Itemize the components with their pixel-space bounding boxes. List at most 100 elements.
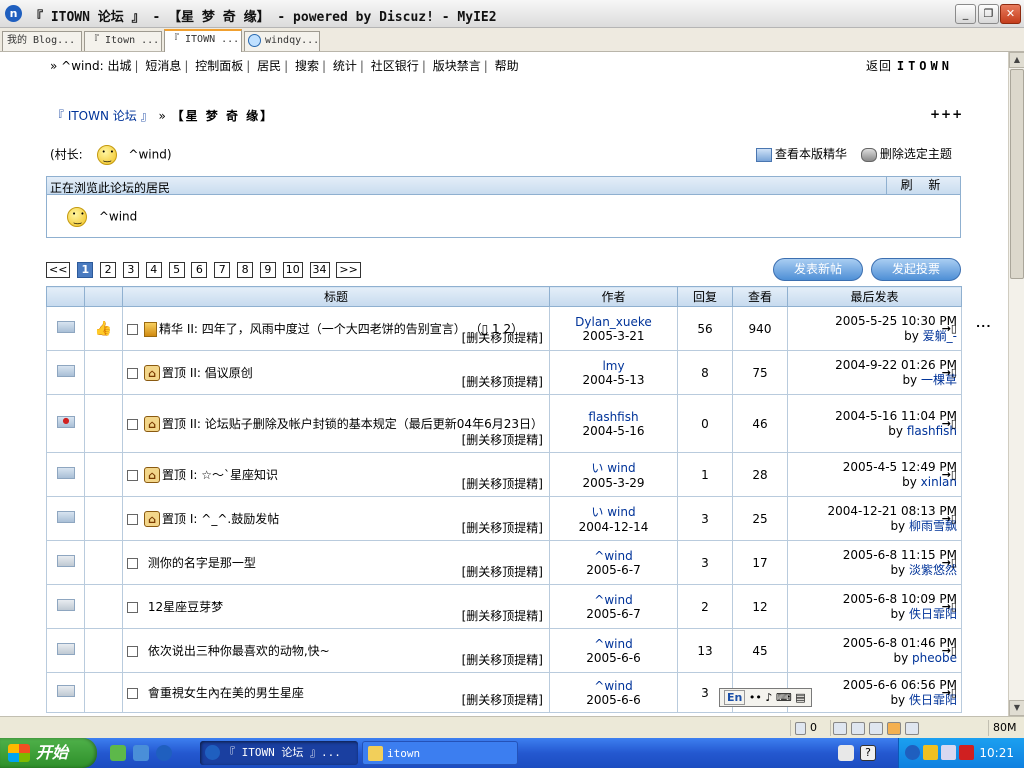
thread-title-link[interactable]: 12星座豆芽梦: [148, 600, 223, 614]
page-6[interactable]: 6: [191, 262, 208, 278]
tray-network-icon[interactable]: [838, 745, 854, 761]
goto-last-icon[interactable]: →▯: [942, 511, 957, 526]
nav-stats[interactable]: 统计: [333, 59, 357, 73]
minimize-button[interactable]: _: [955, 4, 976, 24]
col-author[interactable]: 作者: [549, 286, 678, 307]
author-link[interactable]: lmy: [602, 359, 624, 373]
page-prev[interactable]: <<: [46, 262, 71, 278]
vertical-scrollbar[interactable]: ▲ ▼: [1008, 52, 1024, 716]
moderation-links[interactable]: [删关移顶提精]: [462, 475, 543, 492]
breadcrumb-forum[interactable]: 『 ITOWN 论坛 』: [52, 109, 153, 123]
ime-tools[interactable]: •• ♪ ⌨ ▤: [749, 691, 806, 704]
goto-last-icon[interactable]: →▯: [942, 599, 957, 614]
tool-icon-2[interactable]: [851, 721, 865, 735]
thread-checkbox[interactable]: [127, 367, 138, 379]
thread-title-link[interactable]: 倡议原创: [205, 366, 253, 380]
tool-icon-4[interactable]: [887, 721, 901, 735]
col-views[interactable]: 查看: [732, 286, 788, 307]
moderation-links[interactable]: [删关移顶提精]: [462, 329, 543, 346]
new-poll-button[interactable]: 发起投票: [871, 258, 961, 281]
thread-title-link[interactable]: 依次说出三种你最喜欢的动物,快~: [148, 644, 330, 658]
author-link[interactable]: い wind: [591, 461, 635, 475]
thread-title-link[interactable]: 测你的名字是那一型: [148, 556, 256, 570]
maximize-button[interactable]: ❐: [978, 4, 999, 24]
page-10[interactable]: 10: [282, 262, 303, 278]
nav-bank[interactable]: 社区银行: [371, 59, 419, 73]
scroll-down-arrow-icon[interactable]: ▼: [1009, 700, 1024, 716]
author-link[interactable]: Dylan_xueke: [575, 315, 652, 329]
nav-members[interactable]: 居民: [257, 59, 281, 73]
moderation-links[interactable]: [删关移顶提精]: [462, 563, 543, 580]
page-1[interactable]: 1: [77, 262, 94, 278]
col-last[interactable]: 最后发表: [787, 286, 962, 307]
moderation-links[interactable]: [删关移顶提精]: [462, 691, 543, 708]
goto-last-icon[interactable]: →▯: [942, 321, 957, 336]
scroll-up-arrow-icon[interactable]: ▲: [1009, 52, 1024, 68]
goto-last-icon[interactable]: →▯: [942, 467, 957, 482]
jump-menu-button[interactable]: +++: [930, 107, 963, 121]
goto-last-icon[interactable]: →▯: [942, 685, 957, 700]
close-button[interactable]: ✕: [1000, 4, 1021, 24]
task-folder-window[interactable]: itown: [362, 741, 518, 765]
tool-icon-1[interactable]: [833, 721, 847, 735]
author-link[interactable]: い wind: [591, 505, 635, 519]
moderator-name[interactable]: ^wind): [128, 148, 171, 162]
nav-ban[interactable]: 版块禁言: [433, 59, 481, 73]
col-replies[interactable]: 回复: [677, 286, 733, 307]
refresh-button[interactable]: 刷 新: [886, 177, 960, 194]
nav-messages[interactable]: 短消息: [145, 59, 181, 73]
thread-title-link[interactable]: 论坛贴子删除及帐户封锁的基本规定（最后更新04年6月23日）: [205, 417, 543, 431]
author-link[interactable]: ^wind: [594, 593, 632, 607]
delete-action[interactable]: 删除选定主题: [860, 147, 952, 162]
back-to-home-link[interactable]: 返回 ITOWN: [866, 57, 953, 74]
window-title-bar[interactable]: n 『 ITOWN 论坛 』 - 【星 梦 奇 缘】 - powered by …: [0, 0, 1024, 28]
goto-last-icon[interactable]: →▯: [942, 416, 957, 431]
thread-checkbox[interactable]: [127, 324, 138, 335]
scroll-thumb[interactable]: [1010, 69, 1024, 279]
thread-title-link[interactable]: 會重視女生內在美的男生星座: [148, 686, 304, 700]
tray-myie-icon[interactable]: [905, 745, 920, 760]
tool-icon-3[interactable]: [869, 721, 883, 735]
page-next[interactable]: >>: [336, 262, 361, 278]
thread-checkbox[interactable]: [127, 646, 138, 657]
page-4[interactable]: 4: [145, 262, 162, 278]
tab-windqy[interactable]: windqy...: [244, 31, 320, 51]
tab-blog[interactable]: 我的 Blog...: [2, 31, 82, 51]
nav-help[interactable]: 帮助: [495, 59, 519, 73]
page-2[interactable]: 2: [100, 262, 117, 278]
page-7[interactable]: 7: [214, 262, 231, 278]
quicklaunch-browser-icon[interactable]: [133, 745, 149, 761]
goto-last-icon[interactable]: →▯: [942, 365, 957, 380]
author-link[interactable]: ^wind: [594, 549, 632, 563]
page-3[interactable]: 3: [122, 262, 139, 278]
ime-bar[interactable]: En •• ♪ ⌨ ▤: [719, 688, 812, 707]
thread-title-link[interactable]: ^_^.鼓励发帖: [201, 512, 279, 526]
goto-last-icon[interactable]: →▯: [942, 555, 957, 570]
tray-antivirus-icon[interactable]: [959, 745, 974, 760]
thread-checkbox[interactable]: [127, 418, 138, 430]
page-5[interactable]: 5: [168, 262, 185, 278]
moderation-links[interactable]: [删关移顶提精]: [462, 651, 543, 668]
tab-itown-active[interactable]: 『 ITOWN ...: [164, 29, 242, 52]
thread-checkbox[interactable]: [127, 513, 138, 525]
nav-search[interactable]: 搜索: [295, 59, 319, 73]
tray-display-icon[interactable]: [941, 745, 956, 760]
thread-title-link[interactable]: ☆～`星座知识: [201, 468, 278, 482]
tool-icon-5[interactable]: [905, 721, 919, 735]
thread-checkbox[interactable]: [127, 558, 138, 569]
task-itown-window[interactable]: 『 ITOWN 论坛 』...: [200, 741, 358, 765]
quicklaunch-recycle-icon[interactable]: [110, 745, 126, 761]
nav-logout[interactable]: 出城: [107, 59, 131, 73]
quicklaunch-myie-icon[interactable]: [156, 745, 172, 761]
tray-msn-icon[interactable]: [923, 745, 938, 760]
ime-language[interactable]: En: [724, 690, 746, 705]
nav-control-panel[interactable]: 控制面板: [195, 59, 243, 73]
page-9[interactable]: 9: [259, 262, 276, 278]
page-8[interactable]: 8: [237, 262, 254, 278]
thread-checkbox[interactable]: [127, 469, 138, 481]
tab-itown-1[interactable]: 『 Itown ...: [84, 31, 162, 51]
digest-action[interactable]: 查看本版精华: [756, 147, 851, 162]
goto-last-icon[interactable]: →▯: [942, 643, 957, 658]
moderation-links[interactable]: [删关移顶提精]: [462, 519, 543, 536]
thread-checkbox[interactable]: [127, 688, 138, 699]
